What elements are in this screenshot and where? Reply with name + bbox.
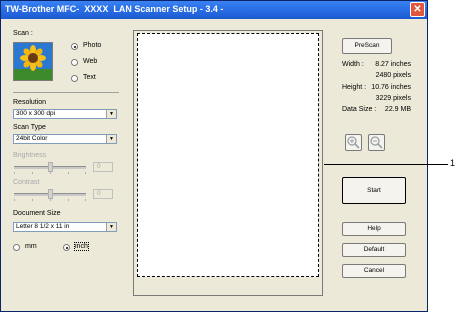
unit-mm-label: mm <box>25 243 37 250</box>
width-inches: 8.27 inches <box>375 61 411 68</box>
contrast-ticks <box>14 199 86 201</box>
width-label: Width : <box>342 61 364 68</box>
contrast-slider-thumb[interactable] <box>48 189 53 199</box>
data-size-value: 22.9 MB <box>384 106 411 113</box>
help-button[interactable]: Help <box>342 222 406 236</box>
scan-web-label: Web <box>83 58 98 65</box>
cancel-button-label: Cancel <box>363 267 385 274</box>
window-title: TW-Brother MFC- XXXX LAN Scanner Setup -… <box>5 4 224 14</box>
close-icon[interactable]: ✕ <box>410 2 425 17</box>
scan-area-selection[interactable] <box>137 33 319 277</box>
height-label: Height : <box>342 84 367 91</box>
unit-mm-radio[interactable] <box>13 244 20 251</box>
scanner-setup-window: TW-Brother MFC- XXXX LAN Scanner Setup -… <box>0 0 428 312</box>
zoom-in-icon[interactable] <box>345 134 362 151</box>
resolution-value: 300 x 300 dpi <box>16 110 56 117</box>
chevron-down-icon[interactable]: ▼ <box>106 223 116 231</box>
data-size-label: Data Size : <box>342 106 377 113</box>
scan-web-radio[interactable] <box>71 59 78 66</box>
document-size-label: Document Size <box>13 210 61 217</box>
scan-type-value: 24bit Color <box>16 135 48 142</box>
scan-text-radio[interactable] <box>71 75 78 82</box>
document-size-value: Letter 8 1/2 x 11 in <box>16 223 70 230</box>
resolution-select[interactable]: 300 x 300 dpi ▼ <box>13 109 117 119</box>
separator <box>13 92 119 93</box>
help-button-label: Help <box>367 225 381 232</box>
brightness-label: Brightness <box>13 152 47 159</box>
brightness-ticks <box>14 172 86 174</box>
brightness-value: 0 <box>97 163 101 170</box>
title-bar[interactable]: TW-Brother MFC- XXXX LAN Scanner Setup -… <box>1 1 427 19</box>
scan-label: Scan : <box>13 30 33 37</box>
chevron-down-icon[interactable]: ▼ <box>106 110 116 118</box>
scan-type-select[interactable]: 24bit Color ▼ <box>13 134 117 144</box>
callout-number: 1 <box>450 158 456 168</box>
unit-inch-label: inch <box>74 242 89 251</box>
scan-photo-radio[interactable] <box>71 43 78 50</box>
preview-area[interactable] <box>133 30 323 296</box>
sunflower-photo-icon <box>13 42 53 81</box>
scan-photo-label: Photo <box>83 42 102 49</box>
height-pixels: 3229 pixels <box>375 95 411 102</box>
brightness-value-box[interactable]: 0 <box>93 162 113 172</box>
cancel-button[interactable]: Cancel <box>342 264 406 278</box>
scan-type-label: Scan Type <box>13 124 46 131</box>
start-button[interactable]: Start <box>342 177 406 204</box>
unit-inch-radio[interactable] <box>63 244 70 251</box>
resolution-label: Resolution <box>13 99 47 106</box>
scan-text-label: Text <box>83 74 96 81</box>
width-pixels: 2480 pixels <box>375 72 411 79</box>
contrast-label: Contrast <box>13 179 40 186</box>
document-size-select[interactable]: Letter 8 1/2 x 11 in ▼ <box>13 222 117 232</box>
callout-line <box>324 164 448 165</box>
prescan-button-label: PreScan <box>354 42 380 49</box>
prescan-button[interactable]: PreScan <box>342 38 392 54</box>
default-button-label: Default <box>363 246 385 253</box>
contrast-value: 0 <box>97 190 101 197</box>
chevron-down-icon[interactable]: ▼ <box>106 135 116 143</box>
start-button-label: Start <box>367 187 381 194</box>
brightness-slider-thumb[interactable] <box>48 162 53 172</box>
height-inches: 10.76 inches <box>371 84 411 91</box>
contrast-value-box[interactable]: 0 <box>93 189 113 199</box>
default-button[interactable]: Default <box>342 243 406 257</box>
zoom-out-icon[interactable] <box>368 134 385 151</box>
